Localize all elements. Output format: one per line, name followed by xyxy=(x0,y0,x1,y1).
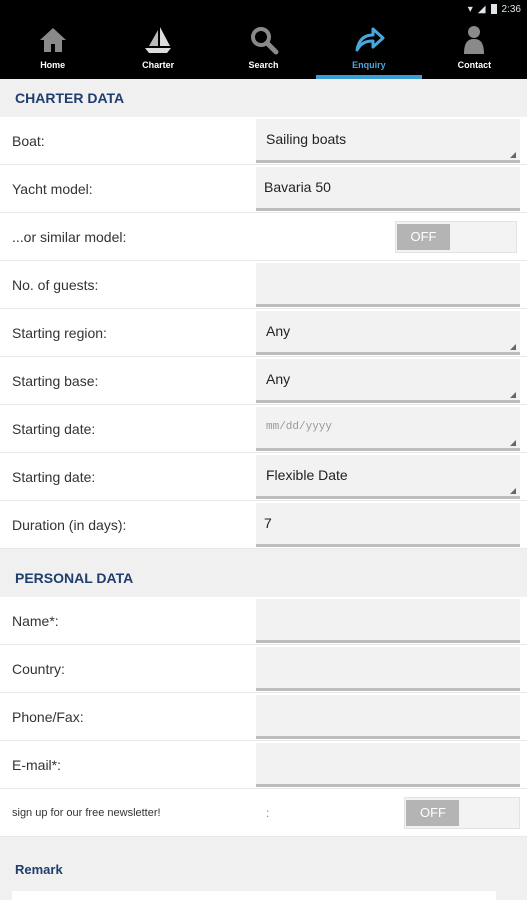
battery-icon xyxy=(490,4,497,14)
status-time: 2:36 xyxy=(501,3,521,15)
flexible-date-row: Starting date: Flexible Date xyxy=(0,453,527,501)
yacht-model-input[interactable]: Bavaria 50 xyxy=(256,166,520,211)
guests-row: No. of guests: xyxy=(0,261,527,309)
country-label: Country: xyxy=(12,660,65,677)
flexible-date-select[interactable]: Flexible Date xyxy=(256,454,520,499)
start-date-input[interactable]: mm/dd/yyyy xyxy=(256,406,520,451)
phone-input[interactable] xyxy=(256,694,520,739)
base-row: Starting base: Any xyxy=(0,357,527,405)
boat-select[interactable]: Sailing boats xyxy=(256,118,520,163)
nav-enquiry-label: Enquiry xyxy=(352,60,386,70)
remark-heading: Remark xyxy=(15,861,63,877)
duration-label: Duration (in days): xyxy=(12,516,127,533)
country-row: Country: xyxy=(0,645,527,693)
similar-model-toggle-wrap: OFF xyxy=(256,220,520,253)
sailboat-icon xyxy=(145,27,172,53)
duration-input[interactable]: 7 xyxy=(256,502,520,547)
remark-textarea[interactable] xyxy=(12,891,496,900)
start-date-label: Starting date: xyxy=(12,420,96,437)
newsletter-toggle-wrap: : OFF xyxy=(256,796,520,829)
yacht-model-row: Yacht model: Bavaria 50 xyxy=(0,165,527,213)
nav-charter-label: Charter xyxy=(142,60,175,70)
wifi-icon: ▾ xyxy=(467,3,473,15)
boat-row: Boat: Sailing boats xyxy=(0,117,527,165)
signal-icon: ◢ xyxy=(477,3,486,15)
region-label: Starting region: xyxy=(12,324,107,341)
nav-search[interactable]: Search xyxy=(211,18,316,79)
status-bar: ▾ ◢ 2:36 xyxy=(0,0,527,18)
name-label: Name*: xyxy=(12,612,59,629)
base-select[interactable]: Any xyxy=(256,358,520,403)
email-label: E-mail*: xyxy=(12,756,62,773)
home-icon xyxy=(39,28,66,52)
boat-label: Boat: xyxy=(12,132,45,149)
region-row: Starting region: Any xyxy=(0,309,527,357)
newsletter-row: sign up for our free newsletter! : OFF xyxy=(0,789,527,837)
nav-home-label: Home xyxy=(40,60,66,70)
similar-model-toggle[interactable]: OFF xyxy=(395,220,517,253)
newsletter-colon: : xyxy=(266,805,270,820)
region-select[interactable]: Any xyxy=(256,310,520,355)
newsletter-label: sign up for our free newsletter! xyxy=(12,806,161,819)
name-row: Name*: xyxy=(0,597,527,645)
email-input[interactable] xyxy=(256,742,520,787)
nav-contact-label: Contact xyxy=(457,60,492,70)
phone-label: Phone/Fax: xyxy=(12,708,84,725)
nav-bar: Home Charter Search Enquiry Contact xyxy=(0,18,527,79)
nav-contact[interactable]: Contact xyxy=(422,18,527,79)
nav-search-label: Search xyxy=(248,60,279,70)
similar-model-label: ...or similar model: xyxy=(12,228,127,245)
newsletter-toggle[interactable]: OFF xyxy=(404,796,520,829)
section-spacer xyxy=(0,549,527,559)
flexible-date-label: Starting date: xyxy=(12,468,96,485)
start-date-placeholder: mm/dd/yyyy xyxy=(266,421,333,433)
start-date-row: Starting date: mm/dd/yyyy xyxy=(0,405,527,453)
share-arrow-icon xyxy=(355,27,385,52)
country-input[interactable] xyxy=(256,646,520,691)
search-icon xyxy=(250,27,279,55)
similar-model-row: ...or similar model: OFF xyxy=(0,213,527,261)
nav-enquiry[interactable]: Enquiry xyxy=(316,18,423,79)
newsletter-toggle-state: OFF xyxy=(406,799,460,826)
nav-home[interactable]: Home xyxy=(0,18,105,79)
section-spacer-2 xyxy=(0,837,527,847)
phone-row: Phone/Fax: xyxy=(0,693,527,741)
guests-label: No. of guests: xyxy=(12,276,99,293)
charter-data-heading: CHARTER DATA xyxy=(0,79,527,117)
nav-charter[interactable]: Charter xyxy=(105,18,210,79)
name-input[interactable] xyxy=(256,598,520,643)
personal-data-heading: PERSONAL DATA xyxy=(0,559,527,597)
similar-model-toggle-state: OFF xyxy=(397,223,450,250)
duration-row: Duration (in days): 7 xyxy=(0,501,527,549)
email-row: E-mail*: xyxy=(0,741,527,789)
person-icon xyxy=(464,26,485,54)
yacht-model-label: Yacht model: xyxy=(12,180,93,197)
guests-input[interactable] xyxy=(256,262,520,307)
base-label: Starting base: xyxy=(12,372,99,389)
